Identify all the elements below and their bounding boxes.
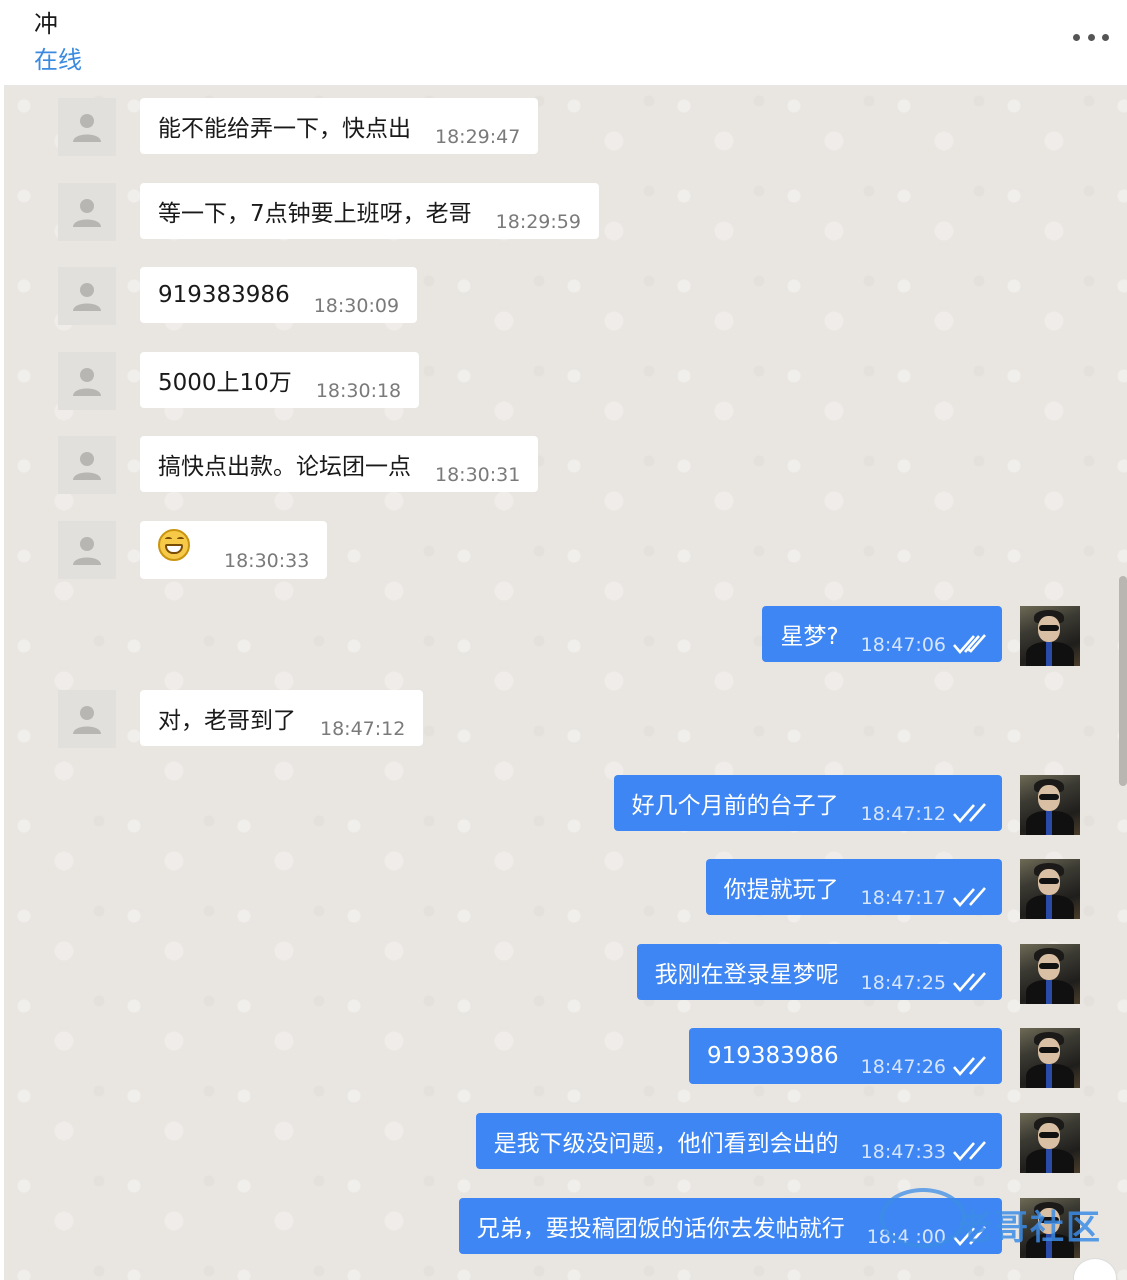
message-text: 好几个月前的台子了 bbox=[631, 793, 839, 819]
contact-avatar[interactable] bbox=[58, 98, 116, 156]
message-time: 18:30:18 bbox=[315, 380, 402, 402]
message-row-incoming: 5000上10万 18:30:18 bbox=[58, 352, 438, 412]
message-row-incoming: 对，老哥到了 18:47:12 bbox=[58, 690, 438, 750]
message-bubble-outgoing[interactable]: 是我下级没问题，他们看到会出的 18:47:33 bbox=[475, 1113, 1002, 1169]
message-row-outgoing: 你提就玩了 18:47:17 bbox=[690, 859, 1080, 919]
message-bubble-outgoing[interactable]: 星梦? 18:47:06 bbox=[762, 606, 1002, 662]
more-dot bbox=[1073, 33, 1080, 41]
contact-status: 在线 bbox=[34, 46, 82, 74]
user-avatar[interactable] bbox=[1020, 775, 1080, 835]
message-bubble-incoming[interactable]: 5000上10万 18:30:18 bbox=[140, 352, 420, 408]
person-icon bbox=[73, 537, 101, 565]
message-text: 星梦? bbox=[780, 624, 839, 650]
chat-window: 冲 在线 能不能给弄一下，快点出 18:29:47 等一下，7点钟要上班呀，老哥 bbox=[0, 0, 1127, 1280]
contact-avatar[interactable] bbox=[58, 690, 116, 748]
message-bubble-incoming[interactable]: 919383986 18:30:09 bbox=[140, 267, 418, 323]
user-avatar[interactable] bbox=[1020, 1198, 1080, 1258]
contact-avatar[interactable] bbox=[58, 183, 116, 241]
person-icon bbox=[73, 283, 101, 311]
message-bubble-incoming[interactable]: 能不能给弄一下，快点出 18:29:47 bbox=[140, 98, 539, 154]
message-bubble-incoming[interactable]: 18:30:33 bbox=[140, 521, 328, 579]
user-avatar[interactable] bbox=[1020, 606, 1080, 666]
chat-header: 冲 在线 bbox=[4, 0, 1127, 86]
person-icon bbox=[73, 706, 101, 734]
user-avatar[interactable] bbox=[1020, 1028, 1080, 1088]
message-bubble-outgoing[interactable]: 我刚在登录星梦呢 18:47:25 bbox=[636, 944, 1002, 1000]
contact-name[interactable]: 冲 bbox=[34, 4, 58, 39]
user-avatar[interactable] bbox=[1020, 859, 1080, 919]
message-row-outgoing: 919383986 18:47:26 bbox=[680, 1028, 1080, 1088]
message-list[interactable]: 能不能给弄一下，快点出 18:29:47 等一下，7点钟要上班呀，老哥 18:2… bbox=[4, 86, 1127, 1280]
message-row-outgoing: 我刚在登录星梦呢 18:47:25 bbox=[616, 944, 1080, 1004]
message-time: 18:47:06 bbox=[860, 634, 946, 656]
grinning-face-emoji bbox=[158, 529, 190, 561]
double-check-icon bbox=[953, 1141, 986, 1161]
message-bubble-incoming[interactable]: 对，老哥到了 18:47:12 bbox=[140, 690, 424, 746]
message-time: 18:30:33 bbox=[224, 550, 310, 572]
double-check-icon bbox=[953, 634, 986, 654]
double-check-icon bbox=[953, 1226, 986, 1246]
double-check-icon bbox=[953, 803, 986, 823]
message-text: 搞快点出款。论坛团一点 bbox=[158, 454, 411, 480]
message-time: 18:29:59 bbox=[495, 211, 581, 233]
contact-avatar[interactable] bbox=[58, 352, 116, 410]
person-icon bbox=[73, 114, 101, 142]
message-text: 对，老哥到了 bbox=[158, 708, 296, 734]
message-row-incoming: 等一下，7点钟要上班呀，老哥 18:29:59 bbox=[58, 183, 628, 243]
message-bubble-incoming[interactable]: 等一下，7点钟要上班呀，老哥 18:29:59 bbox=[140, 183, 599, 239]
message-bubble-outgoing[interactable]: 好几个月前的台子了 18:47:12 bbox=[613, 775, 1002, 831]
double-check-icon bbox=[953, 1056, 986, 1076]
message-text: 是我下级没问题，他们看到会出的 bbox=[493, 1131, 839, 1157]
message-time: 18:30:31 bbox=[435, 464, 521, 486]
message-text: 兄弟，要投稿团饭的话你去发帖就行 bbox=[476, 1216, 845, 1242]
contact-avatar[interactable] bbox=[58, 521, 116, 579]
message-bubble-incoming[interactable]: 搞快点出款。论坛团一点 18:30:31 bbox=[140, 436, 539, 492]
message-text: 5000上10万 bbox=[158, 370, 292, 396]
message-time: 18:47:17 bbox=[860, 887, 946, 909]
message-time: 18:29:47 bbox=[435, 126, 521, 148]
message-row-outgoing: 是我下级没问题，他们看到会出的 18:47:33 bbox=[444, 1113, 1080, 1173]
message-row-incoming: 能不能给弄一下，快点出 18:29:47 bbox=[58, 98, 558, 158]
scroll-down-button[interactable] bbox=[1073, 1258, 1117, 1280]
person-icon bbox=[73, 368, 101, 396]
message-row-outgoing: 好几个月前的台子了 18:47:12 bbox=[592, 775, 1080, 835]
scrollbar-thumb[interactable] bbox=[1119, 576, 1127, 786]
message-row-outgoing: 星梦? 18:47:06 bbox=[740, 606, 1080, 666]
message-text: 919383986 bbox=[706, 1043, 839, 1069]
message-time: 18:47:12 bbox=[320, 718, 406, 740]
message-time: 18:30:09 bbox=[313, 295, 400, 317]
message-text: 等一下，7点钟要上班呀，老哥 bbox=[158, 201, 472, 227]
contact-avatar[interactable] bbox=[58, 267, 116, 325]
message-time: 18:47:26 bbox=[860, 1056, 946, 1078]
more-dot bbox=[1102, 33, 1109, 41]
double-check-icon bbox=[953, 972, 986, 992]
message-bubble-outgoing[interactable]: 你提就玩了 18:47:17 bbox=[705, 859, 1002, 915]
user-avatar[interactable] bbox=[1020, 944, 1080, 1004]
message-text: 能不能给弄一下，快点出 bbox=[158, 116, 411, 142]
person-icon bbox=[73, 452, 101, 480]
person-icon bbox=[73, 199, 101, 227]
message-time: 18:47:25 bbox=[860, 972, 946, 994]
user-avatar[interactable] bbox=[1020, 1113, 1080, 1173]
double-check-icon bbox=[953, 887, 986, 907]
message-row-incoming: 18:30:33 bbox=[58, 521, 338, 581]
message-time: 18:47:12 bbox=[860, 803, 946, 825]
message-row-outgoing: 兄弟，要投稿团饭的话你去发帖就行 18:4 :00 bbox=[420, 1198, 1080, 1258]
message-bubble-outgoing[interactable]: 兄弟，要投稿团饭的话你去发帖就行 18:4 :00 bbox=[458, 1198, 1002, 1254]
message-time: 18:4 :00 bbox=[866, 1226, 946, 1248]
more-options-icon[interactable] bbox=[1073, 24, 1109, 50]
message-text: 919383986 bbox=[158, 282, 290, 308]
message-row-incoming: 919383986 18:30:09 bbox=[58, 267, 428, 327]
message-row-incoming: 搞快点出款。论坛团一点 18:30:31 bbox=[58, 436, 558, 496]
more-dot bbox=[1087, 33, 1095, 41]
message-time: 18:47:33 bbox=[860, 1141, 946, 1163]
message-text: 你提就玩了 bbox=[723, 877, 839, 903]
message-bubble-outgoing[interactable]: 919383986 18:47:26 bbox=[688, 1028, 1002, 1084]
message-text: 我刚在登录星梦呢 bbox=[654, 962, 839, 988]
contact-avatar[interactable] bbox=[58, 436, 116, 494]
